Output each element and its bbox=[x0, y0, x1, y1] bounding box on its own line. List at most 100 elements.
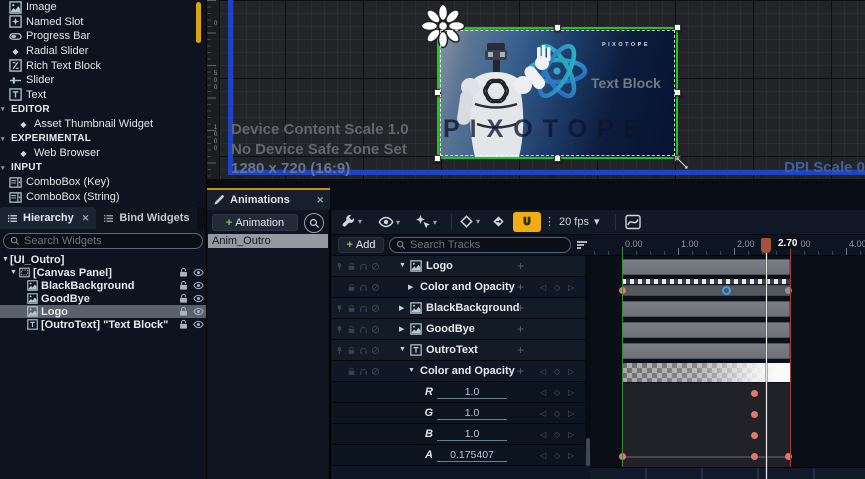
set-key-icon[interactable]: ◇ bbox=[554, 283, 560, 292]
resize-handle-bl[interactable] bbox=[434, 155, 441, 162]
tab-hierarchy[interactable]: Hierarchy ✕ bbox=[0, 207, 96, 229]
hierarchy-row-blackbackground[interactable]: BlackBackground bbox=[0, 279, 206, 292]
lock-icon[interactable] bbox=[347, 304, 356, 313]
alpha-gradient-bar[interactable] bbox=[622, 363, 790, 382]
hierarchy-row-canvas-panel[interactable]: ▼ [Canvas Panel] bbox=[0, 266, 206, 279]
keyframe-dot[interactable] bbox=[751, 453, 758, 460]
curve-editor-button[interactable] bbox=[625, 214, 641, 230]
prev-key-icon[interactable]: ◁ bbox=[540, 367, 546, 376]
palette-item-named-slot[interactable]: Named Slot bbox=[0, 15, 206, 30]
channel-value[interactable]: 1.0 bbox=[437, 428, 507, 441]
hierarchy-row-outrotext[interactable]: [OutroText] "Text Block" bbox=[0, 318, 206, 331]
mute-icon[interactable] bbox=[371, 304, 380, 313]
animation-search-button[interactable] bbox=[304, 213, 324, 233]
lock-icon[interactable] bbox=[178, 319, 189, 330]
hierarchy-row-ui-outro[interactable]: ▼ [UI_Outro] bbox=[0, 253, 206, 266]
resize-handle-tm[interactable] bbox=[554, 24, 561, 31]
section-bar[interactable] bbox=[622, 301, 790, 317]
add-track-button[interactable]: + Add bbox=[338, 237, 384, 253]
lock-icon[interactable] bbox=[347, 346, 356, 355]
keyframe-dot[interactable] bbox=[751, 390, 758, 397]
channel-row-r[interactable]: R 1.0 ◁ ◇ ▷ bbox=[331, 382, 585, 403]
palette-item-asset-thumbnail[interactable]: ◆ Asset Thumbnail Widget bbox=[0, 117, 206, 132]
section-bar[interactable] bbox=[622, 259, 790, 275]
prev-key-icon[interactable]: ◁ bbox=[540, 388, 546, 397]
resize-handle-tr[interactable] bbox=[674, 24, 681, 31]
expand-icon[interactable]: ▼ bbox=[408, 367, 415, 374]
add-section-icon[interactable]: + bbox=[517, 343, 524, 357]
section-bar[interactable] bbox=[622, 343, 790, 359]
playhead-marker[interactable] bbox=[761, 238, 771, 253]
add-section-icon[interactable]: + bbox=[517, 259, 524, 273]
animation-list-item[interactable]: Anim_Outro bbox=[208, 234, 328, 248]
visibility-eye-icon[interactable] bbox=[193, 267, 204, 278]
close-icon[interactable]: ✕ bbox=[316, 195, 324, 206]
solo-headphones-icon[interactable] bbox=[359, 262, 368, 271]
next-key-icon[interactable]: ▷ bbox=[568, 283, 574, 292]
lock-icon[interactable] bbox=[347, 325, 356, 334]
track-search-box[interactable] bbox=[389, 237, 571, 253]
keyframe-options-button[interactable]: ▾ bbox=[459, 214, 480, 229]
lock-icon[interactable] bbox=[347, 367, 356, 376]
mute-icon[interactable] bbox=[371, 262, 380, 271]
scrollbar-thumb[interactable] bbox=[586, 438, 590, 466]
track-filter-icon[interactable] bbox=[577, 241, 587, 250]
visibility-eye-icon[interactable] bbox=[193, 306, 204, 317]
expand-icon[interactable]: ▼ bbox=[399, 346, 406, 353]
timeline-row-a[interactable] bbox=[591, 446, 865, 467]
timeline-area[interactable]: 0.00 1.00 2.00 3.00 4.00 bbox=[591, 235, 865, 479]
palette-scrollbar[interactable] bbox=[196, 2, 201, 43]
expand-icon[interactable]: ▶ bbox=[399, 304, 404, 312]
add-section-icon[interactable]: + bbox=[517, 301, 524, 315]
fps-dropdown[interactable]: 20 fps ▾ bbox=[559, 215, 600, 228]
lock-icon[interactable] bbox=[178, 267, 189, 278]
prev-key-icon[interactable]: ◁ bbox=[540, 451, 546, 460]
set-key-icon[interactable]: ◇ bbox=[554, 409, 560, 418]
tab-bind-widgets[interactable]: Bind Widgets bbox=[96, 207, 196, 229]
track-row-blackbackground[interactable]: ▶ BlackBackground + bbox=[331, 298, 585, 319]
keyframe-dot[interactable] bbox=[751, 432, 758, 439]
timeline-row-outrotext[interactable] bbox=[591, 341, 865, 362]
palette-section-experimental[interactable]: ▾ EXPERIMENTAL bbox=[0, 131, 206, 146]
prev-key-icon[interactable]: ◁ bbox=[540, 409, 546, 418]
palette-item-combobox-key[interactable]: ComboBox (Key) bbox=[0, 175, 206, 190]
solo-headphones-icon[interactable] bbox=[359, 304, 368, 313]
palette-item-progress-bar[interactable]: Progress Bar bbox=[0, 29, 206, 44]
next-key-icon[interactable]: ▷ bbox=[568, 451, 574, 460]
hierarchy-row-logo-selected[interactable]: Logo bbox=[0, 305, 206, 318]
next-key-icon[interactable]: ▷ bbox=[568, 388, 574, 397]
design-viewport[interactable]: 0 500 1000 Device Content Scale 1.0 No D… bbox=[207, 0, 865, 179]
section-bar[interactable] bbox=[622, 285, 790, 296]
solo-headphones-icon[interactable] bbox=[359, 325, 368, 334]
timeline-row-goodbye[interactable] bbox=[591, 320, 865, 341]
palette-item-web-browser[interactable]: ◆ Web Browser bbox=[0, 146, 206, 161]
hierarchy-search-box[interactable] bbox=[3, 233, 203, 249]
selected-image-widget[interactable]: PIXOTOPE Text Block PIXOTOPE bbox=[437, 27, 678, 159]
next-key-icon[interactable]: ▷ bbox=[568, 430, 574, 439]
playhead-line[interactable] bbox=[766, 253, 767, 479]
resize-handle-bm[interactable] bbox=[554, 155, 561, 162]
next-key-icon[interactable]: ▷ bbox=[568, 367, 574, 376]
expand-icon[interactable]: ▼ bbox=[1, 256, 10, 263]
mute-icon[interactable] bbox=[371, 367, 380, 376]
timeline-range-scrollbar[interactable] bbox=[591, 467, 865, 479]
prev-key-icon[interactable]: ◁ bbox=[540, 283, 546, 292]
palette-item-combobox-string[interactable]: ComboBox (String) bbox=[0, 190, 206, 205]
track-search-input[interactable] bbox=[410, 239, 564, 251]
add-key-icon[interactable]: + bbox=[517, 280, 524, 294]
mute-icon[interactable] bbox=[371, 325, 380, 334]
add-key-icon[interactable]: + bbox=[517, 364, 524, 378]
timeline-row-r[interactable] bbox=[591, 383, 865, 404]
add-animation-button[interactable]: + Animation bbox=[212, 214, 298, 231]
mute-icon[interactable] bbox=[371, 346, 380, 355]
palette-item-rich-text-block[interactable]: Rich Text Block bbox=[0, 58, 206, 73]
track-row-outrotext[interactable]: ▼ OutroText + bbox=[331, 340, 585, 361]
playback-range-start-line[interactable] bbox=[622, 247, 623, 467]
channel-value[interactable]: 1.0 bbox=[437, 386, 507, 399]
set-key-icon[interactable]: ◇ bbox=[554, 451, 560, 460]
tab-animations[interactable]: Animations ✕ bbox=[207, 188, 330, 210]
solo-headphones-icon[interactable] bbox=[359, 367, 368, 376]
channel-row-a[interactable]: A 0.175407 ◁ ◇ ▷ bbox=[331, 445, 585, 466]
resize-handle-ml[interactable] bbox=[434, 89, 441, 96]
hierarchy-row-goodbye[interactable]: GoodBye bbox=[0, 292, 206, 305]
